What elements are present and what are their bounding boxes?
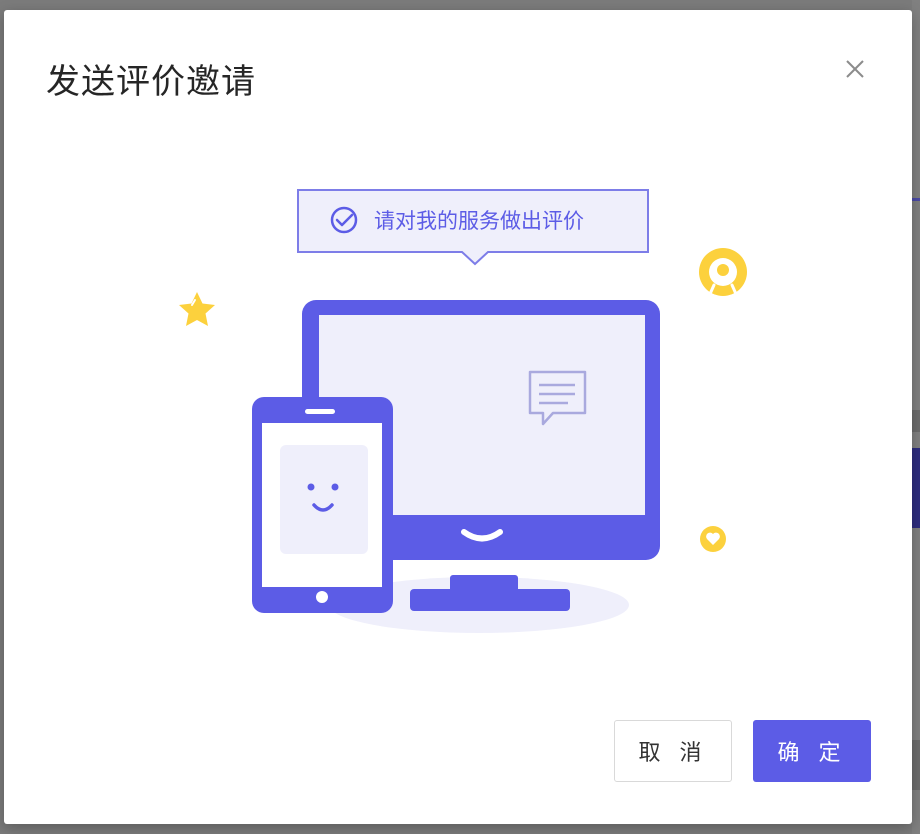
close-button[interactable] (840, 54, 870, 84)
evaluation-invite-dialog: 发送评价邀请 请对我的服务做出评价 取 消 确 定 (4, 10, 912, 824)
background-app-accent (912, 198, 920, 201)
cancel-button[interactable]: 取 消 (614, 720, 732, 782)
evaluation-illustration: 请对我的服务做出评价 (179, 189, 747, 633)
background-app-accent (912, 740, 920, 790)
star-icon (179, 292, 215, 326)
confirm-button[interactable]: 确 定 (753, 720, 871, 782)
phone (252, 397, 393, 613)
bubble-text: 请对我的服务做出评价 (374, 209, 584, 233)
medal-icon (699, 248, 747, 296)
background-app-accent (912, 410, 920, 432)
close-icon (846, 60, 864, 78)
dialog-title: 发送评价邀请 (46, 62, 256, 102)
speech-bubble: 请对我的服务做出评价 (297, 189, 649, 266)
background-app-accent (912, 448, 920, 528)
heart-icon (700, 526, 726, 552)
